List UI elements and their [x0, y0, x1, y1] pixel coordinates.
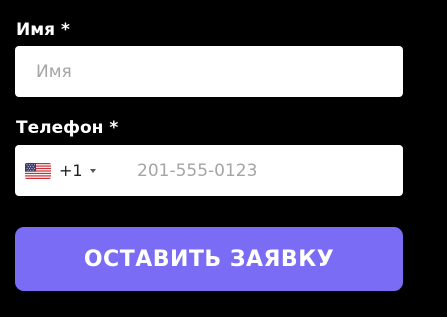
submit-button[interactable]: ОСТАВИТЬ ЗАЯВКУ — [15, 227, 403, 291]
name-field[interactable] — [15, 46, 403, 97]
phone-input[interactable] — [137, 145, 397, 196]
phone-field[interactable]: +1 — [15, 145, 403, 196]
name-label: Имя * — [16, 20, 70, 40]
dial-code: +1 — [59, 161, 83, 180]
name-input[interactable] — [36, 46, 396, 97]
us-flag-icon — [25, 162, 51, 179]
phone-label: Телефон * — [16, 118, 119, 138]
caret-down-icon — [89, 168, 96, 173]
country-code-select[interactable]: +1 — [25, 145, 96, 196]
